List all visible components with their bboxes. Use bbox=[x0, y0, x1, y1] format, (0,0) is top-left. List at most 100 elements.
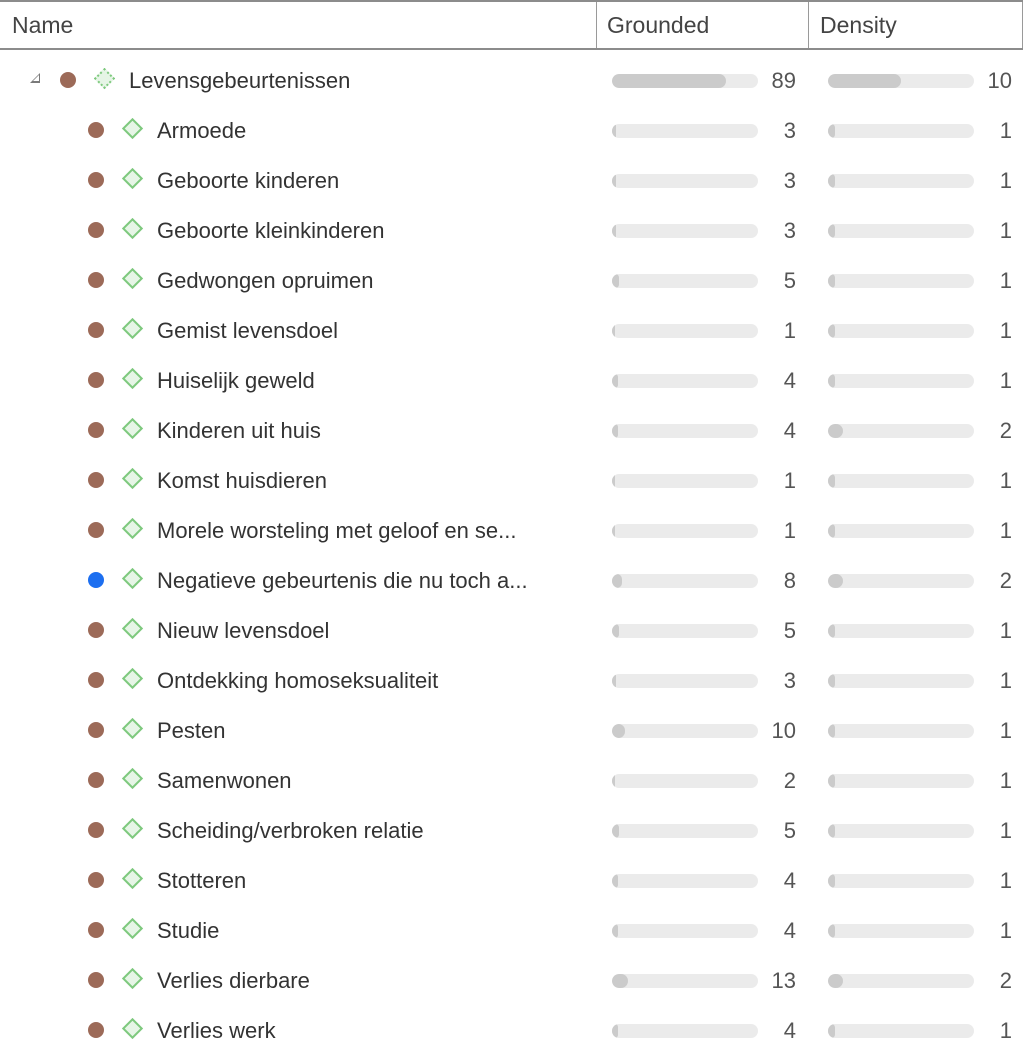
tree-row[interactable]: Armoede 3 1 bbox=[0, 106, 1023, 156]
tree-row[interactable]: Gemist levensdoel 1 1 bbox=[0, 306, 1023, 356]
code-label: Nieuw levensdoel bbox=[157, 618, 330, 643]
grounded-bar-fill bbox=[612, 874, 618, 888]
code-diamond-icon bbox=[121, 817, 144, 840]
grounded-bar bbox=[612, 724, 758, 738]
grounded-bar-fill bbox=[612, 674, 616, 688]
code-diamond-icon bbox=[121, 917, 144, 940]
column-header-grounded[interactable]: Grounded bbox=[596, 2, 808, 48]
tree-row[interactable]: Geboorte kleinkinderen 3 1 bbox=[0, 206, 1023, 256]
grounded-bar-fill bbox=[612, 374, 618, 388]
color-dot-icon bbox=[88, 872, 104, 888]
density-value: 1 bbox=[999, 318, 1012, 343]
density-bar-fill bbox=[828, 574, 843, 588]
grounded-value: 4 bbox=[783, 918, 796, 943]
color-dot-icon bbox=[88, 222, 104, 238]
density-bar bbox=[828, 774, 974, 788]
tree-row[interactable]: Geboorte kinderen 3 1 bbox=[0, 156, 1023, 206]
color-dot-icon bbox=[60, 72, 76, 88]
grounded-value: 5 bbox=[783, 818, 796, 843]
grounded-bar bbox=[612, 274, 758, 288]
density-value: 1 bbox=[999, 168, 1012, 193]
grounded-bar-fill bbox=[612, 574, 622, 588]
grounded-value: 3 bbox=[783, 168, 796, 193]
tree-row[interactable]: Nieuw levensdoel 5 1 bbox=[0, 606, 1023, 656]
tree-row[interactable]: Kinderen uit huis 4 2 bbox=[0, 406, 1023, 456]
density-bar bbox=[828, 374, 974, 388]
code-label: Geboorte kleinkinderen bbox=[157, 218, 385, 243]
tree-row[interactable]: Studie 4 1 bbox=[0, 906, 1023, 956]
tree-row[interactable]: Stotteren 4 1 bbox=[0, 856, 1023, 906]
tree-row[interactable]: Scheiding/verbroken relatie 5 1 bbox=[0, 806, 1023, 856]
grounded-bar bbox=[612, 424, 758, 438]
tree-row[interactable]: Morele worsteling met geloof en se... 1 1 bbox=[0, 506, 1023, 556]
density-bar-fill bbox=[828, 874, 835, 888]
grounded-bar-fill bbox=[612, 474, 615, 488]
grounded-bar-fill bbox=[612, 274, 619, 288]
code-diamond-icon bbox=[121, 417, 144, 440]
density-bar bbox=[828, 574, 974, 588]
density-bar bbox=[828, 124, 974, 138]
grounded-value: 2 bbox=[783, 768, 796, 793]
density-bar bbox=[828, 524, 974, 538]
grounded-bar bbox=[612, 824, 758, 838]
tree-row[interactable]: Negatieve gebeurtenis die nu toch a... 8 2 bbox=[0, 556, 1023, 606]
column-header-name[interactable]: Name bbox=[0, 2, 596, 48]
code-label: Pesten bbox=[157, 718, 226, 743]
code-diamond-icon bbox=[121, 967, 144, 990]
code-diamond-icon bbox=[121, 667, 144, 690]
grounded-bar-fill bbox=[612, 124, 616, 138]
density-bar-fill bbox=[828, 824, 835, 838]
grounded-value: 1 bbox=[783, 468, 796, 493]
tree-row[interactable]: Levensgebeurtenissen 89 10 bbox=[0, 56, 1023, 106]
tree-row[interactable]: Ontdekking homoseksualiteit 3 1 bbox=[0, 656, 1023, 706]
grounded-value: 5 bbox=[783, 618, 796, 643]
tree-row[interactable]: Pesten 10 1 bbox=[0, 706, 1023, 756]
code-label: Negatieve gebeurtenis die nu toch a... bbox=[157, 568, 528, 593]
grounded-bar-fill bbox=[612, 974, 628, 988]
grounded-value: 5 bbox=[783, 268, 796, 293]
tree-row[interactable]: Komst huisdieren 1 1 bbox=[0, 456, 1023, 506]
density-bar-fill bbox=[828, 324, 835, 338]
grounded-value: 4 bbox=[783, 868, 796, 893]
code-label: Scheiding/verbroken relatie bbox=[157, 818, 424, 843]
density-value: 1 bbox=[999, 818, 1012, 843]
grounded-bar-fill bbox=[612, 424, 618, 438]
density-bar-fill bbox=[828, 924, 835, 938]
density-value: 2 bbox=[999, 568, 1012, 593]
tree-row[interactable]: Verlies werk 4 1 bbox=[0, 1006, 1023, 1056]
density-bar bbox=[828, 324, 974, 338]
grounded-bar-fill bbox=[612, 324, 615, 338]
code-label: Geboorte kinderen bbox=[157, 168, 340, 193]
color-dot-icon bbox=[88, 972, 104, 988]
tree-row[interactable]: Verlies dierbare 13 2 bbox=[0, 956, 1023, 1006]
code-label: Armoede bbox=[157, 118, 247, 143]
grounded-bar bbox=[612, 774, 758, 788]
code-label: Stotteren bbox=[157, 868, 247, 893]
color-dot-icon bbox=[88, 322, 104, 338]
code-diamond-icon bbox=[121, 717, 144, 740]
color-dot-icon bbox=[88, 922, 104, 938]
grounded-bar bbox=[612, 524, 758, 538]
tree-row[interactable]: Gedwongen opruimen 5 1 bbox=[0, 256, 1023, 306]
grounded-value: 1 bbox=[783, 518, 796, 543]
grounded-value: 89 bbox=[771, 68, 796, 93]
tree-row[interactable]: Huiselijk geweld 4 1 bbox=[0, 356, 1023, 406]
code-diamond-icon bbox=[121, 617, 144, 640]
column-header-density[interactable]: Density bbox=[808, 2, 1023, 48]
density-bar-fill bbox=[828, 274, 835, 288]
grounded-value: 8 bbox=[783, 568, 796, 593]
expand-collapse-icon[interactable] bbox=[30, 73, 40, 83]
color-dot-icon bbox=[88, 522, 104, 538]
code-diamond-icon bbox=[121, 1017, 144, 1040]
density-value: 1 bbox=[999, 668, 1012, 693]
density-bar-fill bbox=[828, 1024, 835, 1038]
code-diamond-icon bbox=[121, 117, 144, 140]
grounded-bar bbox=[612, 474, 758, 488]
density-bar bbox=[828, 624, 974, 638]
density-bar-fill bbox=[828, 974, 843, 988]
tree-row[interactable]: Samenwonen 2 1 bbox=[0, 756, 1023, 806]
code-label: Samenwonen bbox=[157, 768, 292, 793]
color-dot-icon bbox=[88, 122, 104, 138]
grounded-value: 1 bbox=[783, 318, 796, 343]
grounded-bar bbox=[612, 174, 758, 188]
